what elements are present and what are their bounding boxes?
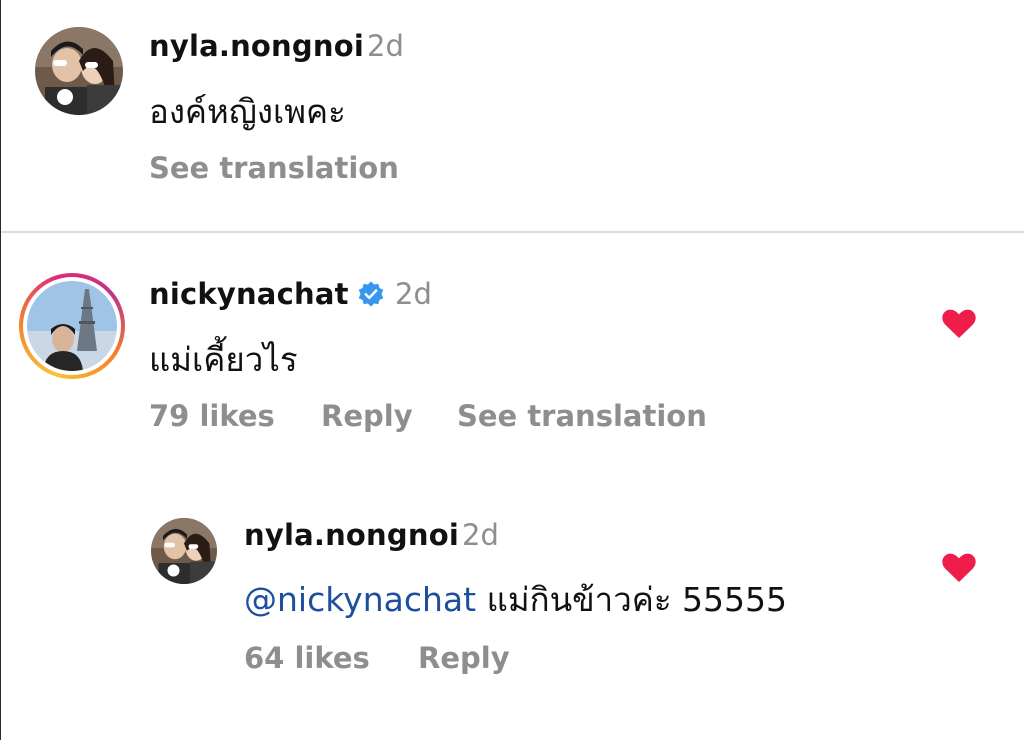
comment-item: nyla.nongnoi 2d องค์หญิงเพคะ See transla… (1, 0, 1024, 230)
see-translation-button[interactable]: See translation (149, 151, 399, 185)
avatar[interactable] (151, 518, 217, 584)
comments-panel: nyla.nongnoi 2d องค์หญิงเพคะ See transla… (0, 0, 1024, 740)
reply-button[interactable]: Reply (321, 399, 413, 433)
comment-timestamp: 2d (395, 277, 432, 311)
see-translation-button[interactable]: See translation (457, 399, 707, 433)
avatar[interactable] (35, 27, 123, 115)
reply-text-line: @nickynachat แม่กินข้าวค่ะ 55555 (244, 573, 787, 626)
like-count[interactable]: 79 likes (149, 399, 275, 433)
comment-username[interactable]: nickynachat (149, 277, 349, 311)
reply-username[interactable]: nyla.nongnoi (244, 518, 459, 552)
heart-icon[interactable] (942, 553, 976, 583)
comment-item: nickynachat 2d แม่เคี้ยวไร 79 likes Repl… (1, 233, 1024, 473)
comment-text: แม่เคี้ยวไร (149, 340, 298, 379)
avatar (27, 281, 117, 371)
reply-timestamp: 2d (462, 518, 499, 552)
story-ring[interactable] (19, 273, 125, 379)
like-count[interactable]: 64 likes (244, 641, 370, 675)
reply-button[interactable]: Reply (418, 641, 510, 675)
comment-text: องค์หญิงเพคะ (149, 92, 346, 131)
avatar-photo (151, 518, 217, 584)
avatar-photo (27, 281, 117, 371)
comment-username[interactable]: nyla.nongnoi (149, 29, 364, 63)
reply-text: แม่กินข้าวค่ะ 55555 (486, 580, 788, 619)
heart-icon[interactable] (942, 309, 976, 339)
reply-item: nyla.nongnoi 2d @nickynachat แม่กินข้าวค… (1, 473, 1024, 740)
comment-timestamp: 2d (367, 29, 404, 63)
mention-link[interactable]: @nickynachat (244, 580, 476, 619)
avatar-photo (35, 27, 123, 115)
verified-badge-icon (358, 281, 384, 307)
